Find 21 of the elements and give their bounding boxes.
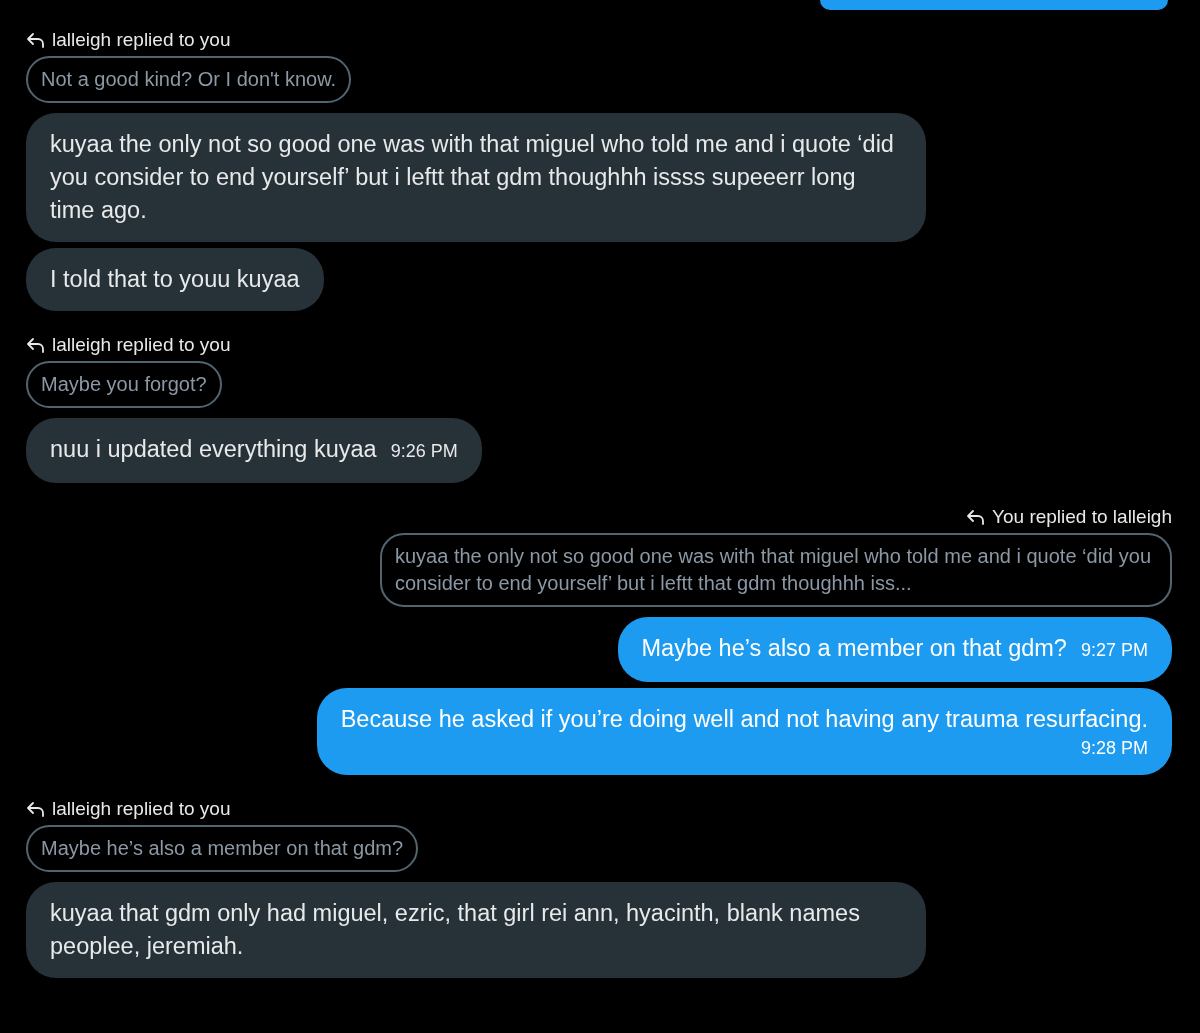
reply-label: lalleigh replied to you (52, 28, 231, 52)
message-time: 9:26 PM (390, 441, 458, 461)
reply-icon (966, 509, 987, 525)
message-text: kuyaa that gdm only had miguel, ezric, that girl rei ann, hyacinth, blank names peoplee, jeremiah. (50, 900, 860, 959)
reply-label: lalleigh replied to you (52, 797, 231, 821)
message-text: Because he asked if you’re doing well and not having any trauma resurfacing. (340, 706, 1148, 732)
message-text: nuu i updated everything kuyaa (50, 436, 377, 462)
message-time: 9:28 PM (1079, 737, 1148, 760)
quoted-message[interactable]: Maybe you forgot? (26, 361, 222, 408)
reply-label: lalleigh replied to you (52, 333, 231, 357)
quoted-message[interactable]: Not a good kind? Or I don't know. (26, 56, 352, 103)
quoted-message[interactable]: kuyaa the only not so good one was with that miguel who told me and i quote ‘did you consider to end yourself’ but i leftt that gdm thoughhh iss... (380, 533, 1172, 607)
message-text: Maybe he’s also a member on that gdm? (641, 635, 1067, 661)
message-text: I told that to youu kuyaa (50, 266, 300, 292)
quoted-message[interactable]: Maybe he’s also a member on that gdm? (26, 825, 419, 872)
reply-label: You replied to lalleigh (992, 505, 1172, 529)
message-time: 9:27 PM (1080, 640, 1148, 660)
reply-icon (26, 32, 46, 48)
message-text: kuyaa the only not so good one was with that miguel who told me and i quote ‘did you consider to end yourself’ but i leftt that gdm thoughhh issss supeeerr long time ago. (50, 131, 894, 223)
reply-icon (26, 337, 46, 353)
reply-icon (26, 801, 46, 817)
